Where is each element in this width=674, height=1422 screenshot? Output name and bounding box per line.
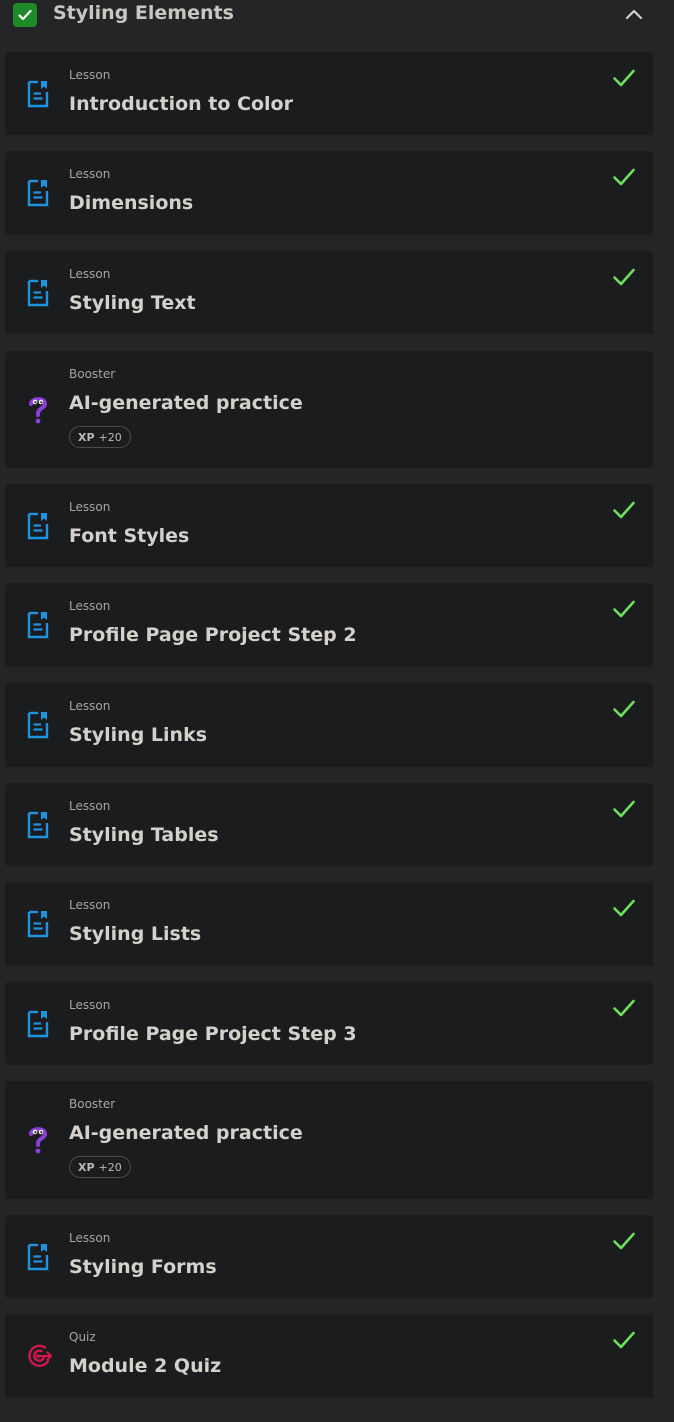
lesson-item-3[interactable]: Lesson Styling Text [5,251,653,334]
item-type-label: Booster [69,367,116,381]
lesson-item-5[interactable]: Lesson Font Styles [5,484,653,567]
question-mark-icon [26,395,50,424]
completed-check-icon [612,799,636,819]
item-title: Dimensions [69,192,194,214]
check-icon [18,9,32,21]
section-header[interactable]: Styling Elements [0,0,674,34]
item-type-label: Lesson [69,898,111,912]
xp-badge: XP +20 [69,1156,131,1178]
item-title: Profile Page Project Step 3 [69,1023,357,1045]
lesson-document-icon [26,179,50,207]
lesson-item-4[interactable]: Booster AI-generated practice XP +20 [5,351,653,468]
lesson-document-icon [26,811,50,839]
lesson-document-icon [26,512,50,540]
target-icon [26,1342,53,1370]
item-type-label: Lesson [69,267,111,281]
item-title: Styling Links [69,724,208,746]
lesson-item-9[interactable]: Lesson Styling Lists [5,882,653,966]
lesson-document-icon [26,279,50,307]
question-mark-icon [26,1125,50,1154]
xp-value: +20 [98,1160,122,1174]
item-type-label: Lesson [69,699,111,713]
xp-badge: XP +20 [69,426,131,448]
item-type-label: Lesson [69,799,111,813]
item-title: Styling Tables [69,824,219,846]
completed-check-icon [612,1330,636,1350]
lesson-item-10[interactable]: Lesson Profile Page Project Step 3 [5,982,653,1065]
completed-check-icon [612,500,636,520]
xp-label: XP [78,1160,95,1174]
item-type-label: Lesson [69,1231,111,1245]
item-type-label: Quiz [69,1330,96,1344]
lesson-item-2[interactable]: Lesson Dimensions [5,151,653,235]
lesson-item-6[interactable]: Lesson Profile Page Project Step 2 [5,583,653,667]
completed-check-icon [612,599,636,619]
item-title: AI-generated practice [69,392,303,414]
item-type-label: Lesson [69,68,111,82]
item-title: Module 2 Quiz [69,1355,222,1377]
lesson-document-icon [26,711,50,739]
lesson-document-icon [26,910,50,938]
lesson-item-11[interactable]: Booster AI-generated practice XP +20 [5,1081,653,1199]
item-type-label: Lesson [69,599,111,613]
item-title: AI-generated practice [69,1122,303,1144]
completed-check-icon [612,699,636,719]
chevron-up-icon [625,9,643,20]
item-type-label: Booster [69,1097,116,1111]
lesson-document-icon [26,611,50,639]
lesson-document-icon [26,1243,50,1271]
item-title: Font Styles [69,525,190,547]
lesson-document-icon [26,1010,50,1038]
item-title: Styling Text [69,292,196,314]
item-type-label: Lesson [69,167,111,181]
lesson-item-12[interactable]: Lesson Styling Forms [5,1215,653,1298]
lesson-item-8[interactable]: Lesson Styling Tables [5,783,653,866]
completed-check-icon [612,267,636,287]
completed-check-icon [612,68,636,88]
lesson-item-1[interactable]: Lesson Introduction to Color [5,52,653,135]
lesson-document-icon [26,80,50,108]
lesson-item-13[interactable]: Quiz Module 2 Quiz [5,1314,653,1398]
module-section: Styling Elements Lesson Introduction to C… [0,0,674,1422]
collapse-button[interactable] [622,3,646,27]
completed-check-icon [612,1231,636,1251]
xp-value: +20 [98,430,122,444]
section-title: Styling Elements [53,2,234,24]
item-title: Profile Page Project Step 2 [69,624,357,646]
xp-label: XP [78,430,95,444]
item-title: Styling Forms [69,1256,217,1278]
section-complete-badge [13,3,37,27]
lesson-item-7[interactable]: Lesson Styling Links [5,683,653,767]
completed-check-icon [612,898,636,918]
item-type-label: Lesson [69,500,111,514]
item-title: Styling Lists [69,923,202,945]
completed-check-icon [612,167,636,187]
item-type-label: Lesson [69,998,111,1012]
item-title: Introduction to Color [69,93,293,115]
completed-check-icon [612,998,636,1018]
